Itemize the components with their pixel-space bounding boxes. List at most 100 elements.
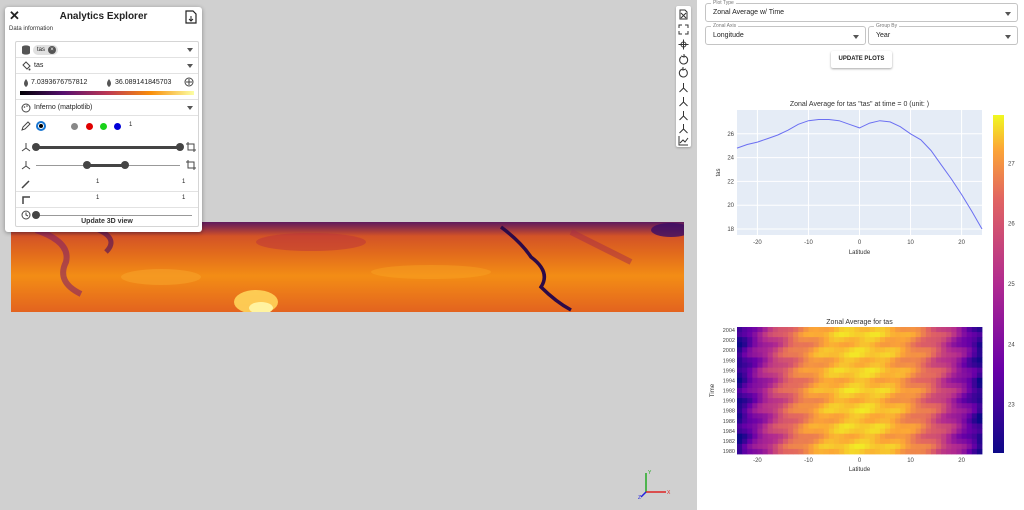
dataset-select[interactable]: tas × [16, 42, 198, 58]
swatch-red[interactable] [86, 123, 93, 130]
range-slider-2-track[interactable] [87, 164, 125, 167]
time-slider-rail[interactable] [36, 215, 192, 216]
heatmap-cell [905, 372, 911, 379]
range-slider-1-min-handle[interactable] [32, 143, 40, 151]
heatmap-cell [905, 433, 911, 440]
heatmap-cell [762, 372, 769, 379]
heatmap-cell [956, 362, 962, 369]
range-slider-1-max-handle[interactable] [176, 143, 184, 151]
rotate-left-icon[interactable] [678, 54, 689, 65]
heatmap-cell [900, 362, 906, 369]
heatmap-cell [844, 367, 850, 374]
heatmap-cell [966, 352, 973, 358]
reset-range-icon[interactable] [184, 77, 194, 87]
range-max-value[interactable]: 36.089141845703 [115, 79, 171, 86]
heatmap-cell [803, 408, 809, 414]
axes-icon [21, 143, 31, 152]
chip-remove-icon[interactable]: × [48, 46, 57, 54]
heatmap-cell [941, 347, 947, 353]
heatmap-cell [839, 387, 845, 394]
crop-icon[interactable] [186, 142, 196, 152]
heatmap-cell [910, 418, 917, 424]
heatmap-cell [966, 372, 973, 379]
heatmap-cell [961, 423, 968, 429]
variable-select[interactable]: tas [16, 58, 198, 74]
y-tick-label: 26 [727, 132, 734, 138]
fullscreen-icon[interactable] [678, 24, 689, 35]
color-picker-selected[interactable] [36, 121, 46, 131]
heatmap-cell [915, 377, 922, 384]
heatmap-cell [854, 377, 860, 384]
heatmap-cell [798, 403, 804, 409]
thickness-left-value[interactable]: 1 [96, 179, 99, 185]
crop-icon[interactable] [186, 160, 196, 170]
swatch-gray[interactable] [71, 123, 78, 130]
heatmap-cell [869, 413, 876, 419]
spacing-right-value[interactable]: 1 [182, 195, 185, 201]
heatmap-cell [951, 377, 957, 384]
heatmap-cell [890, 337, 896, 343]
zonal-axis-select[interactable]: Zonal Axis Longitude [705, 23, 866, 45]
spacing-left-value[interactable]: 1 [96, 195, 99, 201]
clear-icon[interactable] [678, 9, 689, 20]
heatmap-cell [767, 443, 774, 450]
heatmap-cell [956, 377, 962, 384]
swatch-blue[interactable] [114, 123, 121, 130]
y-tick-label: 1986 [723, 419, 735, 425]
heatmap-cell [920, 382, 927, 389]
heatmap-cell [747, 423, 753, 429]
heatmap-cell [793, 337, 799, 343]
heatmap-cell [777, 352, 784, 358]
heatmap-cell [900, 423, 906, 429]
heatmap-cell [869, 347, 876, 353]
view-x-axis-icon[interactable] [678, 82, 689, 93]
range-min-value[interactable]: 7.0393676757812 [31, 79, 87, 86]
heatmap-cell [895, 367, 901, 374]
heatmap-cell [859, 382, 865, 389]
y-tick-label: 1984 [723, 429, 735, 435]
colormap-select[interactable]: Inferno (matplotlib) [16, 100, 198, 116]
move-icon[interactable] [678, 39, 689, 50]
heatmap-cell [946, 438, 952, 445]
heatmap-cell [879, 387, 886, 394]
update-3d-view-button[interactable]: Update 3D view [16, 218, 198, 225]
heatmap-cell [752, 382, 758, 389]
heatmap-cell [864, 347, 871, 353]
range-slider-1-track[interactable] [36, 146, 180, 149]
view-reset-axis-icon[interactable] [678, 123, 689, 134]
range-slider-2-min-handle[interactable] [83, 161, 91, 169]
chart-icon[interactable] [678, 135, 689, 146]
plot-type-select[interactable]: Plot Type Zonal Average w/ Time [705, 0, 1018, 22]
heatmap-cell [859, 418, 865, 424]
update-plots-button[interactable]: UPDATE PLOTS [831, 51, 892, 68]
heatmap-cell [828, 387, 835, 394]
heatmap-cell [752, 423, 758, 429]
heatmap-cell [890, 438, 896, 445]
heatmap-cell [828, 443, 835, 450]
heatmap-cell [936, 443, 942, 450]
heatmap-cell [839, 342, 845, 348]
heatmap-cell [890, 433, 896, 440]
download-file-icon[interactable] [185, 10, 197, 24]
swatch-green[interactable] [100, 123, 107, 130]
heatmap-cell [879, 362, 886, 369]
heatmap-cell [879, 403, 886, 409]
close-icon[interactable]: ✕ [9, 9, 20, 23]
heatmap-cell [879, 352, 886, 358]
heatmap-cell [798, 352, 804, 358]
group-by-select[interactable]: Group By Year [868, 23, 1018, 45]
heatmap-cell [956, 352, 962, 358]
heatmap-cell [890, 352, 896, 358]
heatmap-cell [936, 357, 942, 363]
heatmap-cell [828, 428, 835, 435]
view-y-axis-icon[interactable] [678, 96, 689, 107]
heatmap-cell [813, 342, 820, 348]
thickness-right-value[interactable]: 1 [182, 179, 185, 185]
heatmap-cell [910, 413, 917, 419]
dataset-chip[interactable]: tas × [33, 45, 59, 55]
heatmap-cell [813, 337, 820, 343]
heatmap-cell [788, 418, 794, 424]
range-slider-2-max-handle[interactable] [121, 161, 129, 169]
view-z-axis-icon[interactable] [678, 110, 689, 121]
rotate-right-icon[interactable] [678, 67, 689, 78]
